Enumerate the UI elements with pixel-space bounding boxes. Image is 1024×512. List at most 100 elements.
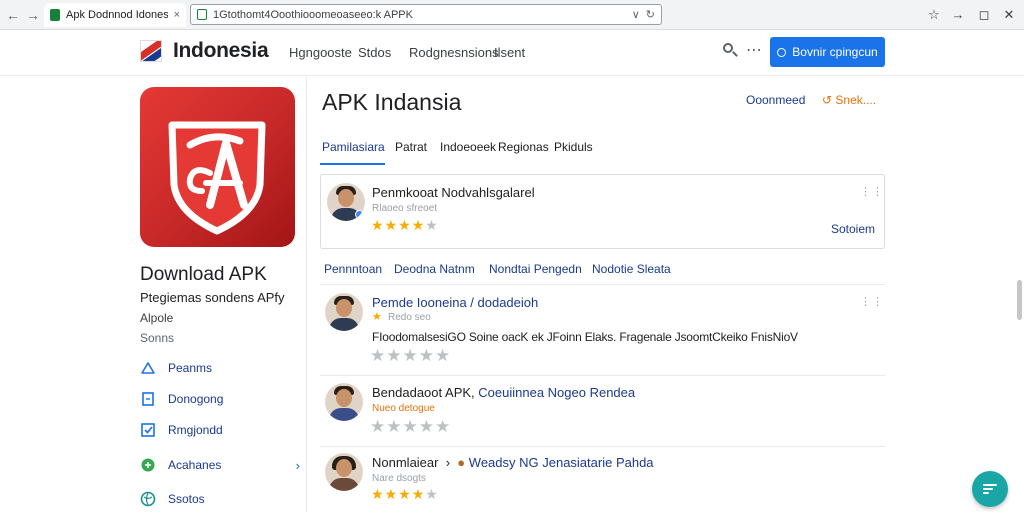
- browser-tab[interactable]: Apk Dodnnod Idonesa ×: [44, 3, 186, 27]
- featured-action-link[interactable]: Sotoiem: [831, 222, 875, 236]
- chat-fab-button[interactable]: [972, 471, 1008, 507]
- globe-icon: [140, 491, 156, 507]
- star-icon: ★: [402, 346, 418, 365]
- close-icon[interactable]: ✕: [1000, 6, 1018, 24]
- star-icon: ★: [370, 346, 386, 365]
- star-icon: ★: [371, 486, 384, 502]
- sidebar-subtitle: Ptegiemas sondens APfy: [140, 290, 285, 305]
- action-link-2[interactable]: ↺ Snek....: [822, 93, 876, 107]
- divider: [320, 375, 885, 376]
- review-title[interactable]: Bendadaoot APK, Coeuiinnea Nogeo Rendea: [372, 385, 635, 400]
- star-icon: ★: [398, 486, 411, 502]
- sidebar-item-1[interactable]: Peanms: [140, 358, 300, 378]
- filter-3[interactable]: Nondtai Pengedn: [489, 262, 582, 276]
- review-meta: Nare dsogts: [372, 473, 426, 484]
- emoji-icon: ●: [457, 455, 466, 470]
- reload-icon[interactable]: ↻: [646, 8, 655, 21]
- star-icon: ★: [384, 486, 398, 502]
- more-options-icon[interactable]: ⋮⋮: [860, 185, 884, 198]
- topnav-item-3[interactable]: Rodgnesnsions: [409, 45, 499, 60]
- review-rating[interactable]: ★ ★ ★ ★ ★: [371, 487, 438, 501]
- avatar[interactable]: [325, 383, 363, 421]
- sidebar-item-5[interactable]: Ssotos: [140, 489, 300, 509]
- logo-icon[interactable]: [140, 40, 162, 62]
- tab-title: Apk Dodnnod Idonesa: [66, 9, 168, 21]
- browser-chrome: ← → Apk Dodnnod Idonesa × 1Gtothomt4Ooot…: [0, 0, 1024, 30]
- share-icon: ↺: [822, 93, 833, 107]
- star-icon: ★: [386, 346, 402, 365]
- divider: [320, 284, 885, 285]
- star-icon: ★: [418, 417, 434, 436]
- sidebar-line-2: Alpole: [140, 311, 174, 325]
- featured-meta: Rlaoeo sfreoet: [372, 203, 438, 214]
- star-icon: ★: [435, 417, 451, 436]
- star-icon: ★: [418, 346, 434, 365]
- featured-title[interactable]: Penmkooat Nodvahlsgalarel: [372, 185, 535, 200]
- filter-1[interactable]: Pennntoan: [324, 262, 382, 276]
- app-icon[interactable]: [140, 87, 295, 247]
- divider: [320, 446, 885, 447]
- topnav-item-1[interactable]: Hgngooste: [289, 45, 352, 60]
- chevron-down-icon[interactable]: ∨: [632, 8, 640, 21]
- filter-4[interactable]: Nodotie Sleata: [592, 262, 671, 276]
- forward-nav-icon[interactable]: →: [24, 6, 42, 24]
- address-text[interactable]: 1Gtothomt4Ooothiooomeoaseeo:k APPK: [213, 9, 626, 21]
- tab-2[interactable]: Patrat: [395, 140, 427, 154]
- forward-icon[interactable]: →: [949, 6, 967, 24]
- tab-1[interactable]: Pamilasiara: [322, 140, 385, 154]
- address-bar[interactable]: 1Gtothomt4Ooothiooomeoaseeo:k APPK ∨ ↻: [190, 4, 662, 25]
- tab-5[interactable]: Pkiduls: [554, 140, 593, 154]
- filter-2[interactable]: Deodna Natnm: [394, 262, 475, 276]
- sidebar-item-label: Donogong: [168, 392, 224, 406]
- sidebar-item-label: Peanms: [168, 361, 213, 375]
- review-title[interactable]: Nonmlaiear › ● Weadsy NG Jenasiatarie Pa…: [372, 455, 654, 470]
- chevron-right-icon[interactable]: ›: [296, 458, 300, 473]
- action-link-1[interactable]: Ooonmeed: [746, 93, 805, 107]
- sidebar-item-2[interactable]: Donogong: [140, 389, 300, 409]
- review-rating[interactable]: ★ ★ ★ ★ ★: [370, 347, 450, 364]
- topnav-item-4[interactable]: Ilsent: [494, 45, 525, 60]
- back-icon[interactable]: ←: [4, 6, 22, 24]
- tab-3[interactable]: Indoeoeek: [440, 140, 496, 154]
- review-meta: Redo seo: [388, 312, 431, 323]
- review-text: FIoodomalsesiGO Soine oacK ek JFoinn Ela…: [372, 330, 798, 344]
- star-icon: ★: [372, 311, 382, 323]
- star-icon: ★: [411, 217, 425, 233]
- sidebar-item-label: Acahanes: [168, 458, 222, 472]
- sidebar-item-4[interactable]: Acahanes ›: [140, 455, 300, 475]
- review-meta: Nueo detogue: [372, 403, 435, 414]
- triangle-icon: [140, 360, 156, 376]
- verified-badge-icon: [355, 210, 364, 219]
- star-icon: ★: [371, 217, 384, 233]
- tab-4[interactable]: Regionas: [498, 140, 549, 154]
- active-tab-indicator: [320, 163, 385, 165]
- review-mini-rating: ★: [372, 310, 382, 324]
- left-sidebar: Download APK Ptegiemas sondens APfy Alpo…: [0, 77, 307, 512]
- restore-icon[interactable]: ◻: [975, 6, 993, 24]
- review-rating[interactable]: ★ ★ ★ ★ ★: [370, 418, 450, 435]
- star-icon: ★: [402, 417, 418, 436]
- scrollbar-thumb[interactable]: [1017, 280, 1022, 320]
- search-icon[interactable]: [722, 42, 738, 58]
- search-cta-button[interactable]: Bovnir cpingcun: [770, 37, 885, 67]
- star-icon: ★: [398, 217, 411, 233]
- star-icon[interactable]: ☆: [925, 6, 943, 24]
- more-options-icon[interactable]: ⋮⋮: [860, 295, 884, 308]
- tab-close-icon[interactable]: ×: [174, 9, 180, 21]
- secure-lock-icon: [197, 9, 207, 20]
- avatar[interactable]: [325, 453, 363, 491]
- star-icon: ★: [435, 346, 451, 365]
- more-options-icon[interactable]: ⋯: [746, 40, 763, 60]
- avatar[interactable]: [327, 183, 365, 221]
- topnav-item-2[interactable]: Stdos: [358, 45, 391, 60]
- site-header: Indonesia Hgngooste Stdos Rodgnesnsions …: [0, 30, 1024, 76]
- avatar[interactable]: [325, 293, 363, 331]
- star-icon: ★: [370, 417, 386, 436]
- sidebar-item-label: Ssotos: [168, 492, 205, 506]
- star-icon: ★: [384, 217, 398, 233]
- review-title[interactable]: Pemde Iooneina / dodadeioh: [372, 295, 538, 310]
- shield-a-icon: [168, 121, 266, 235]
- sidebar-item-3[interactable]: Rmgjondd: [140, 420, 300, 440]
- star-icon: ★: [411, 486, 425, 502]
- brand-name[interactable]: Indonesia: [173, 39, 269, 63]
